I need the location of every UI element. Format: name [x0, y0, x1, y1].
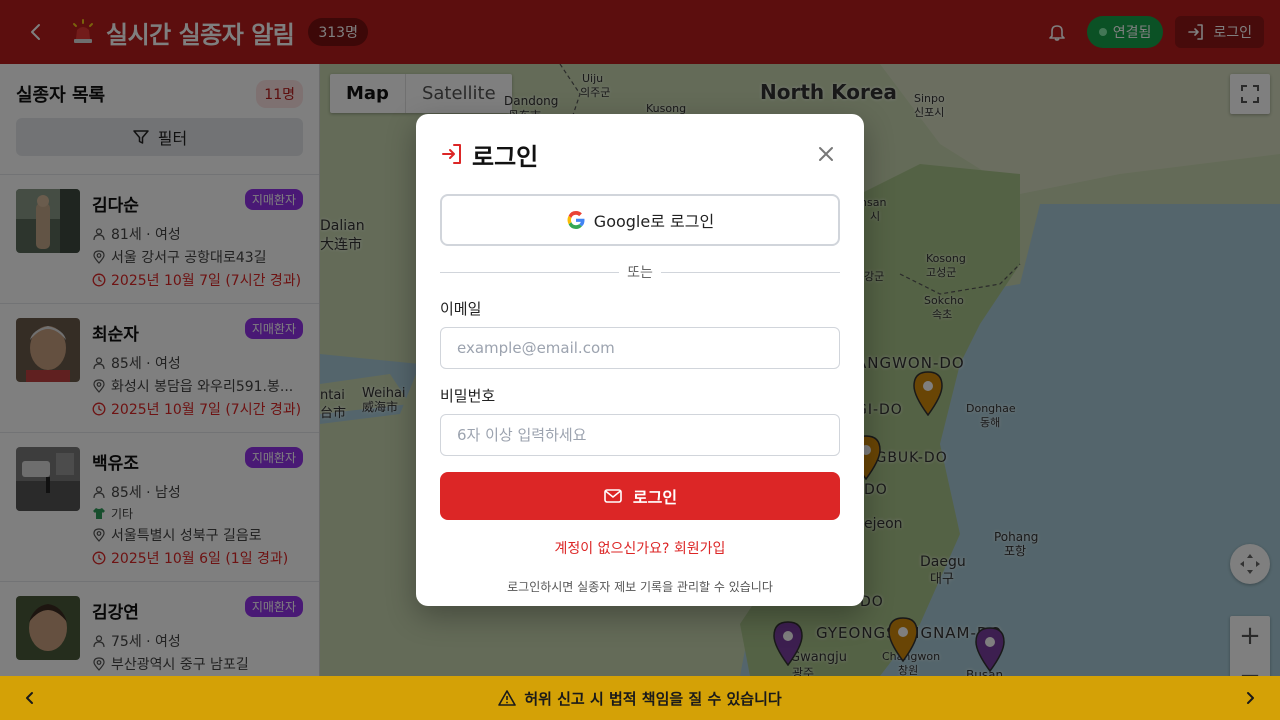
divider-text: 또는 — [627, 265, 653, 281]
password-field[interactable] — [440, 414, 840, 456]
close-button[interactable] — [812, 140, 840, 168]
login-submit-label: 로그인 — [632, 488, 678, 507]
login-icon — [442, 144, 461, 164]
divider-line — [440, 271, 620, 273]
google-icon — [567, 211, 585, 229]
google-login-label: Google로 로그인 — [593, 212, 715, 231]
signup-link[interactable]: 계정이 없으신가요? 회원가입 — [440, 538, 840, 558]
banner-prev-button[interactable] — [18, 686, 42, 710]
banner-next-button[interactable] — [1238, 686, 1262, 710]
modal-header: 로그인 — [440, 138, 840, 171]
close-icon — [819, 147, 833, 161]
password-label: 비밀번호 — [440, 387, 496, 405]
modal-title: 로그인 — [472, 142, 539, 171]
google-login-button[interactable]: Google로 로그인 — [440, 194, 840, 246]
email-field[interactable] — [440, 327, 840, 369]
mail-icon — [604, 489, 622, 503]
warning-banner: 허위 신고 시 법적 책임을 질 수 있습니다 — [0, 676, 1280, 720]
app-root: 실시간 실종자 알림 313명 연결됨 로그인 실종자 목록 11명 필터 — [0, 0, 1280, 720]
login-note: 로그인하시면 실종자 제보 기록을 관리할 수 있습니다 — [507, 580, 773, 594]
chevron-right-icon — [1247, 692, 1254, 704]
email-label: 이메일 — [440, 300, 482, 318]
chevron-left-icon — [26, 692, 33, 704]
warning-triangle-icon — [498, 690, 517, 706]
warning-text: 허위 신고 시 법적 책임을 질 수 있습니다 — [524, 689, 782, 708]
login-modal: 로그인 Google로 로그인 또는 이메일 비밀번호 로그인 — [416, 114, 864, 606]
or-divider: 또는 — [440, 262, 841, 282]
login-submit-button[interactable]: 로그인 — [440, 472, 840, 520]
divider-line — [660, 271, 841, 273]
warning-message: 허위 신고 시 법적 책임을 질 수 있습니다 — [498, 688, 782, 709]
